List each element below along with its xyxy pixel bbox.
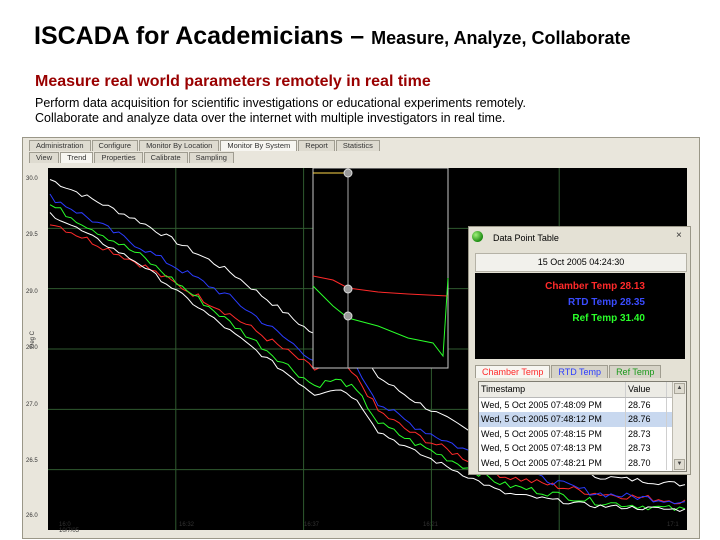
row-timestamp: Wed, 5 Oct 2005 07:48:09 PM [479, 397, 626, 412]
trend-plot[interactable]: Data Point Table × 15 Oct 2005 04:24:30 … [48, 168, 691, 530]
row-value: 28.73 [626, 426, 667, 441]
x-tick: 16:21 [423, 522, 439, 528]
slide-title-dash: – [343, 22, 372, 50]
scroll-up-icon[interactable]: ▲ [674, 383, 685, 394]
y-axis-label: Deg C [30, 330, 36, 348]
slide-subheading: Measure real world parameters remotely i… [35, 73, 431, 90]
tab-monitor-by-system[interactable]: Monitor By System [220, 140, 298, 151]
row-value: 28.76 [626, 397, 667, 412]
status-indicator-icon [472, 231, 483, 242]
row-value: 28.76 [626, 412, 667, 427]
data-point-timestamp: 15 Oct 2005 04:24:30 [475, 253, 687, 272]
x-tick: 17:1 [667, 522, 679, 528]
rtd-temp-value: RTD Temp 28.35 [567, 297, 645, 308]
subtab-view[interactable]: View [29, 152, 60, 163]
grid-scrollbar[interactable]: ▲ ▼ [672, 382, 686, 471]
ref-temp-value: Ref Temp 31.40 [572, 313, 645, 324]
tab-ref-temp[interactable]: Ref Temp [609, 365, 662, 378]
scroll-down-icon[interactable]: ▼ [674, 459, 685, 470]
tab-monitor-by-location[interactable]: Monitor By Location [139, 140, 220, 151]
table-row[interactable]: Wed, 5 Oct 2005 07:48:15 PM 28.73 [479, 426, 686, 441]
tab-chamber-temp[interactable]: Chamber Temp [475, 365, 551, 378]
y-tick: 29.5 [26, 232, 38, 238]
tab-administration[interactable]: Administration [29, 140, 91, 151]
slide-title-main: ISCADA for Academicians [34, 22, 344, 50]
app-screenshot: Administration Configure Monitor By Loca… [22, 137, 700, 539]
row-timestamp: Wed, 5 Oct 2005 07:48:13 PM [479, 441, 626, 456]
tab-report[interactable]: Report [298, 140, 335, 151]
x-tick: 16:37 [304, 522, 320, 528]
tab-statistics[interactable]: Statistics [335, 140, 380, 151]
grid-header: Timestamp Value [479, 382, 686, 398]
cursor-point-marker [343, 168, 353, 178]
column-header-timestamp[interactable]: Timestamp [479, 382, 626, 397]
data-point-grid: Timestamp Value Wed, 5 Oct 2005 07:48:09… [478, 381, 687, 472]
subtab-properties[interactable]: Properties [94, 152, 143, 163]
x-tick: 16:32 [179, 522, 195, 528]
y-tick: 26.5 [26, 458, 38, 464]
chamber-temp-value: Chamber Temp 28.13 [545, 281, 645, 292]
slide-title-subtitle: Measure, Analyze, Collaborate [371, 28, 631, 48]
slide-body-line-1: Perform data acquisition for scientific … [35, 96, 526, 110]
data-point-values: Chamber Temp 28.13 RTD Temp 28.35 Ref Te… [475, 273, 685, 359]
table-row[interactable]: Wed, 5 Oct 2005 07:48:13 PM 28.73 [479, 441, 686, 456]
main-tab-bar: Administration Configure Monitor By Loca… [29, 140, 381, 151]
column-header-value[interactable]: Value [626, 382, 667, 397]
y-tick: 26.0 [26, 513, 38, 519]
row-timestamp: Wed, 5 Oct 2005 07:48:12 PM [479, 412, 626, 427]
table-row[interactable]: Wed, 5 Oct 2005 07:48:21 PM 28.70 [479, 455, 686, 470]
table-row[interactable]: Wed, 5 Oct 2005 07:48:12 PM 28.76 [479, 412, 686, 427]
row-timestamp: Wed, 5 Oct 2005 07:48:21 PM [479, 455, 626, 470]
row-value: 28.70 [626, 455, 667, 470]
zoom-inset [312, 168, 449, 369]
sub-tab-bar: View Trend Properties Calibrate Sampling [29, 152, 235, 163]
close-icon[interactable]: × [676, 230, 682, 241]
series-tab-bar: Chamber Temp RTD Temp Ref Temp [475, 365, 662, 378]
subtab-trend[interactable]: Trend [60, 152, 94, 163]
slide-body: Perform data acquisition for scientific … [35, 96, 526, 126]
row-timestamp: Wed, 5 Oct 2005 07:48:15 PM [479, 426, 626, 441]
subtab-sampling[interactable]: Sampling [188, 152, 234, 163]
y-tick: 29.0 [26, 289, 38, 295]
data-point-table-title: Data Point Table [493, 233, 559, 243]
cursor-point-marker [343, 284, 353, 294]
data-point-table-window: Data Point Table × 15 Oct 2005 04:24:30 … [468, 226, 691, 475]
row-value: 28.73 [626, 441, 667, 456]
table-row[interactable]: Wed, 5 Oct 2005 07:48:09 PM 28.76 [479, 397, 686, 412]
subtab-calibrate[interactable]: Calibrate [143, 152, 188, 163]
tab-configure[interactable]: Configure [91, 140, 139, 151]
slide-title: ISCADA for Academicians – Measure, Analy… [34, 22, 631, 51]
y-tick: 27.0 [26, 402, 38, 408]
x-tick: 16:0 10/7/05 [59, 522, 80, 534]
cursor-point-marker [343, 311, 353, 321]
tab-rtd-temp[interactable]: RTD Temp [551, 365, 609, 378]
slide-body-line-2: Collaborate and analyze data over the in… [35, 111, 506, 125]
y-tick: 30.0 [26, 176, 38, 182]
